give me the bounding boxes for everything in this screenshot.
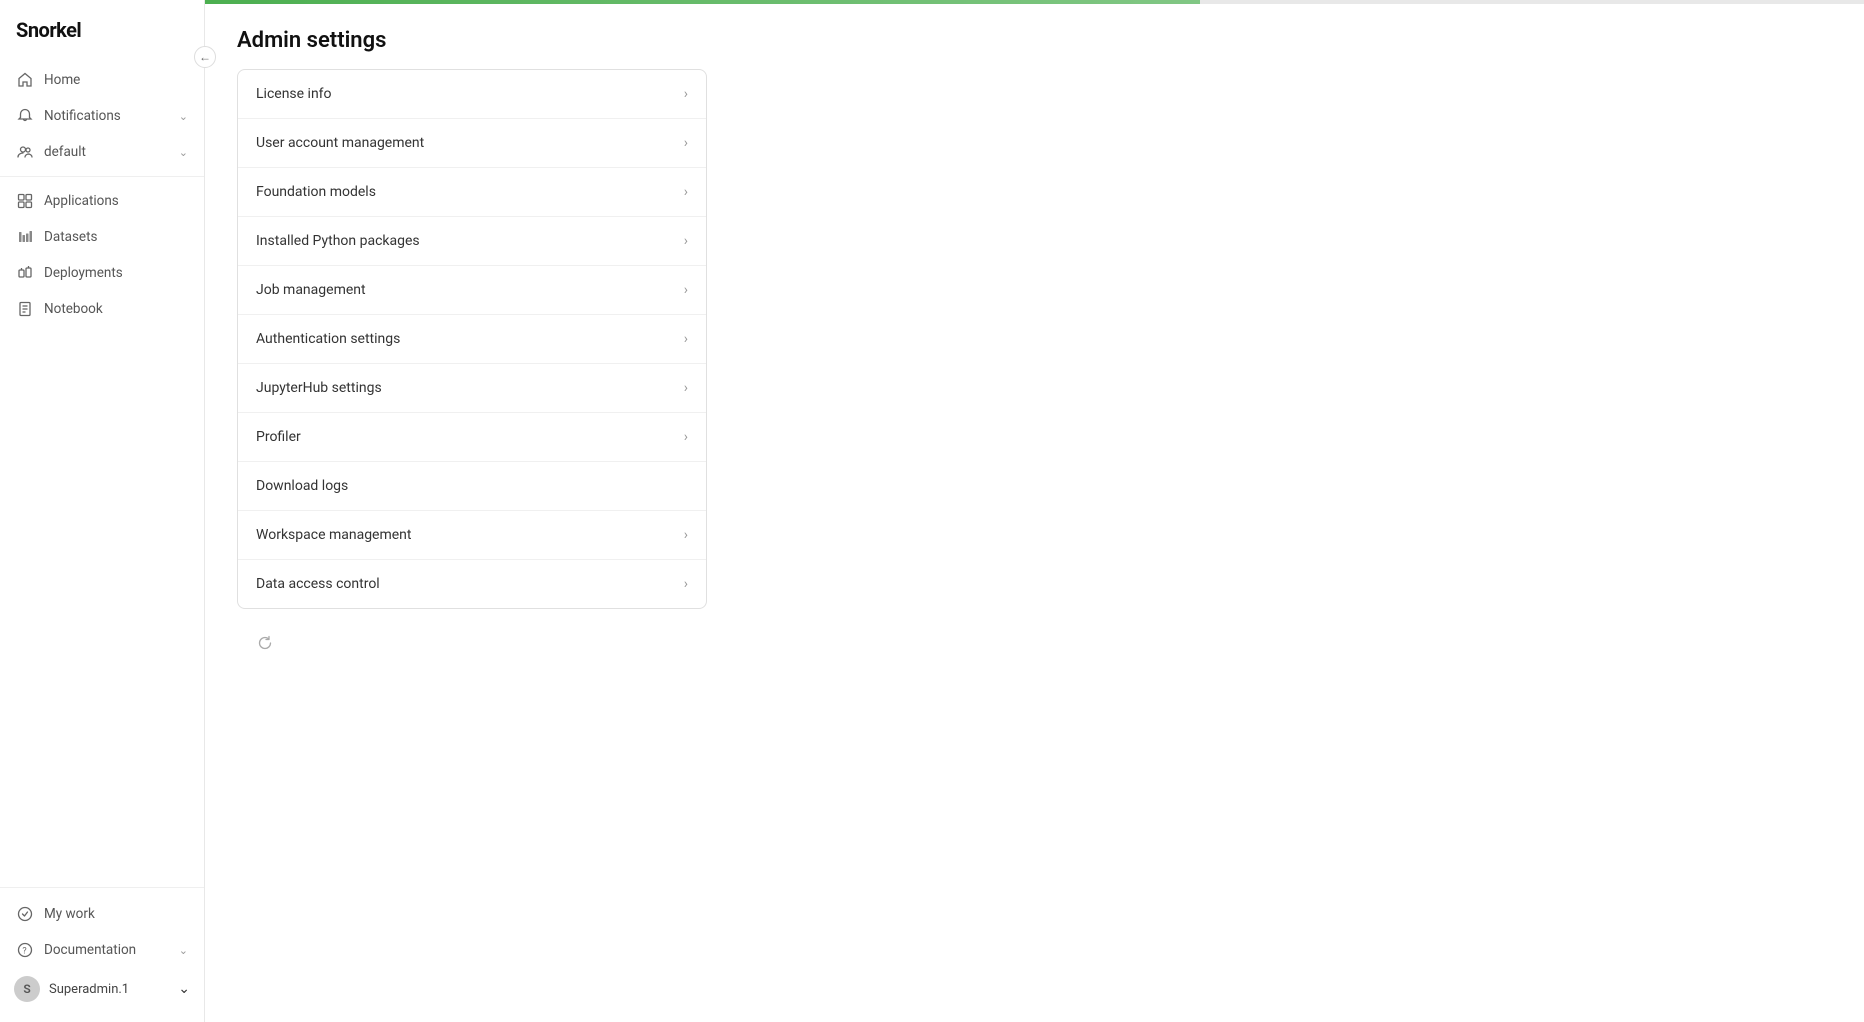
download-logs-label: Download logs xyxy=(256,478,688,494)
docs-icon: ? xyxy=(16,941,34,959)
license-info-label: License info xyxy=(256,86,684,102)
sidebar-item-applications-label: Applications xyxy=(44,193,188,209)
progress-bar xyxy=(205,0,1200,4)
sidebar-item-applications[interactable]: Applications xyxy=(0,183,204,219)
sidebar-item-notebook[interactable]: Notebook xyxy=(0,291,204,327)
home-icon xyxy=(16,71,34,89)
avatar: S xyxy=(14,976,40,1002)
user-group-icon xyxy=(16,143,34,161)
settings-card: License info › User account management ›… xyxy=(237,69,707,609)
settings-item-profiler[interactable]: Profiler › xyxy=(238,413,706,462)
data-access-control-chevron-icon: › xyxy=(684,576,688,592)
user-account-management-chevron-icon: › xyxy=(684,135,688,151)
sidebar-nav: Home Notifications ⌄ xyxy=(0,58,204,887)
sidebar-item-default[interactable]: default ⌄ xyxy=(0,134,204,170)
installed-python-packages-chevron-icon: › xyxy=(684,233,688,249)
page-header: Admin settings xyxy=(205,4,1864,69)
sidebar-collapse-button[interactable]: ← xyxy=(194,46,216,68)
sidebar-item-my-work-label: My work xyxy=(44,906,188,922)
jupyterhub-settings-chevron-icon: › xyxy=(684,380,688,396)
sidebar-item-notifications[interactable]: Notifications ⌄ xyxy=(0,98,204,134)
app-logo: Snorkel xyxy=(0,0,204,58)
installed-python-packages-label: Installed Python packages xyxy=(256,233,684,249)
profiler-label: Profiler xyxy=(256,429,684,445)
settings-item-download-logs[interactable]: Download logs xyxy=(238,462,706,511)
main-content: Admin settings License info › User accou… xyxy=(205,0,1864,1022)
top-bar xyxy=(205,0,1864,4)
user-name: Superadmin.1 xyxy=(49,982,169,997)
sidebar-item-datasets-label: Datasets xyxy=(44,229,188,245)
profiler-chevron-icon: › xyxy=(684,429,688,445)
mywork-icon xyxy=(16,905,34,923)
sidebar: Snorkel Home Notifications ⌄ xyxy=(0,0,205,1022)
license-info-chevron-icon: › xyxy=(684,86,688,102)
settings-item-jupyterhub-settings[interactable]: JupyterHub settings › xyxy=(238,364,706,413)
sidebar-item-default-label: default xyxy=(44,144,169,160)
workspace-management-label: Workspace management xyxy=(256,527,684,543)
deployments-icon xyxy=(16,264,34,282)
user-chevron-icon: ⌄ xyxy=(178,981,190,997)
content-area: License info › User account management ›… xyxy=(205,69,1864,1022)
default-chevron-icon: ⌄ xyxy=(179,146,188,159)
settings-item-license-info[interactable]: License info › xyxy=(238,70,706,119)
authentication-settings-chevron-icon: › xyxy=(684,331,688,347)
jupyterhub-settings-label: JupyterHub settings xyxy=(256,380,684,396)
settings-item-installed-python-packages[interactable]: Installed Python packages › xyxy=(238,217,706,266)
job-management-label: Job management xyxy=(256,282,684,298)
sidebar-item-deployments[interactable]: Deployments xyxy=(0,255,204,291)
sidebar-item-notebook-label: Notebook xyxy=(44,301,188,317)
collapse-icon: ← xyxy=(199,50,211,64)
settings-item-user-account-management[interactable]: User account management › xyxy=(238,119,706,168)
settings-item-workspace-management[interactable]: Workspace management › xyxy=(238,511,706,560)
bell-icon xyxy=(16,107,34,125)
data-access-control-label: Data access control xyxy=(256,576,684,592)
sidebar-item-home[interactable]: Home xyxy=(0,62,204,98)
settings-item-data-access-control[interactable]: Data access control › xyxy=(238,560,706,608)
settings-item-job-management[interactable]: Job management › xyxy=(238,266,706,315)
sidebar-bottom: My work ? Documentation ⌄ S Superadmin.1… xyxy=(0,887,204,1022)
authentication-settings-label: Authentication settings xyxy=(256,331,684,347)
user-menu[interactable]: S Superadmin.1 ⌄ xyxy=(0,968,204,1010)
workspace-management-chevron-icon: › xyxy=(684,527,688,543)
sidebar-item-my-work[interactable]: My work xyxy=(0,896,204,932)
notifications-chevron-icon: ⌄ xyxy=(179,110,188,123)
nav-divider-1 xyxy=(0,176,204,177)
settings-item-foundation-models[interactable]: Foundation models › xyxy=(238,168,706,217)
user-account-management-label: User account management xyxy=(256,135,684,151)
sidebar-item-documentation[interactable]: ? Documentation ⌄ xyxy=(0,932,204,968)
sidebar-item-documentation-label: Documentation xyxy=(44,942,169,958)
sidebar-item-deployments-label: Deployments xyxy=(44,265,188,281)
refresh-icon xyxy=(255,633,275,653)
settings-item-authentication-settings[interactable]: Authentication settings › xyxy=(238,315,706,364)
job-management-chevron-icon: › xyxy=(684,282,688,298)
sidebar-item-home-label: Home xyxy=(44,72,188,88)
datasets-icon xyxy=(16,228,34,246)
sidebar-item-datasets[interactable]: Datasets xyxy=(0,219,204,255)
documentation-chevron-icon: ⌄ xyxy=(179,944,188,957)
sidebar-item-notifications-label: Notifications xyxy=(44,108,169,124)
svg-text:?: ? xyxy=(22,947,26,957)
notebook-icon xyxy=(16,300,34,318)
foundation-models-label: Foundation models xyxy=(256,184,684,200)
applications-icon xyxy=(16,192,34,210)
foundation-models-chevron-icon: › xyxy=(684,184,688,200)
page-title: Admin settings xyxy=(237,28,1832,53)
